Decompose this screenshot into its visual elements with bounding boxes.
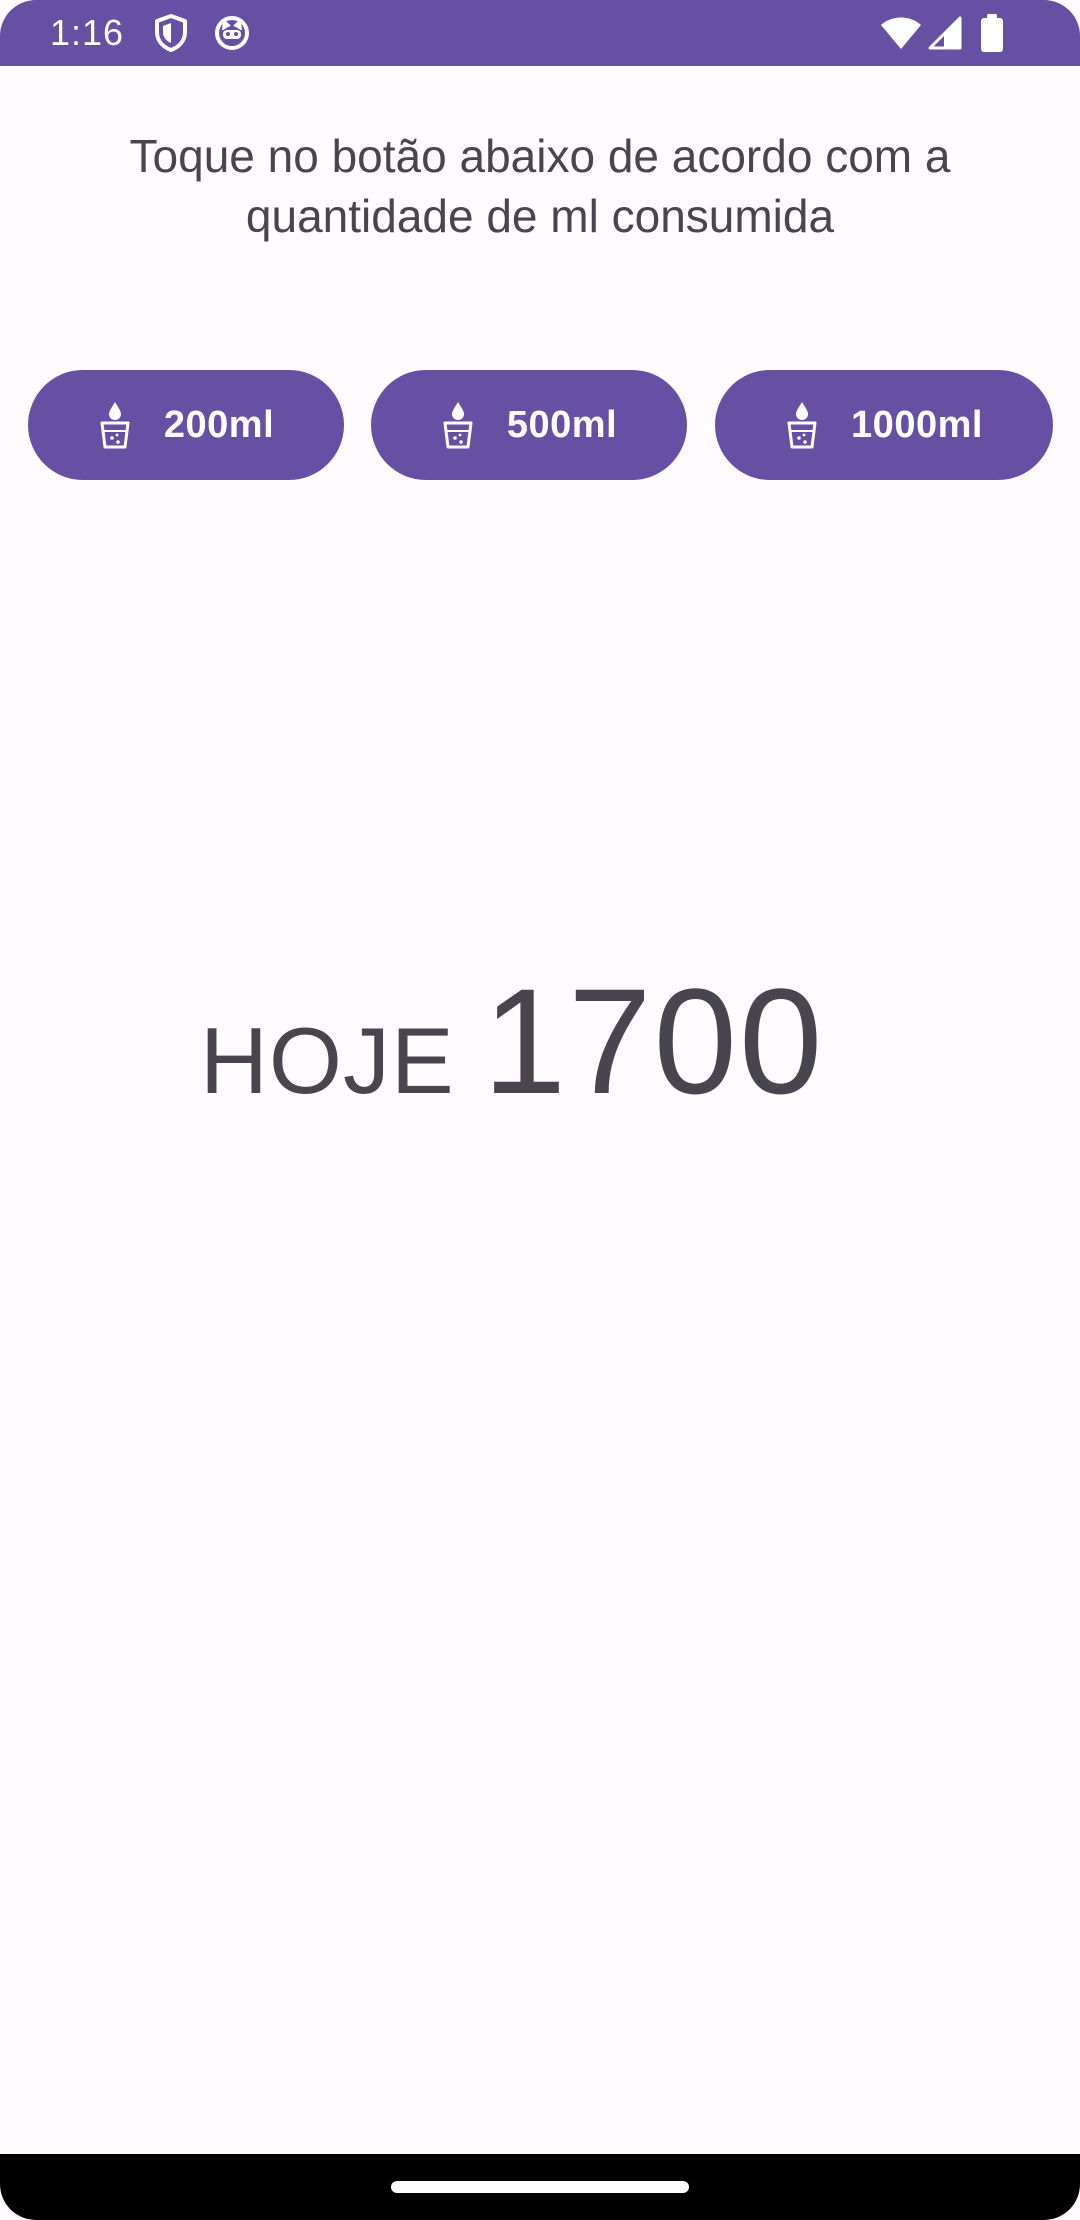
- status-time: 1:16: [50, 12, 125, 53]
- instruction-text: Toque no botão abaixo de acordo com a qu…: [129, 130, 951, 242]
- navigation-bar: [0, 2154, 1080, 2220]
- status-bar: 1:16: [0, 0, 1080, 66]
- add-500ml-label: 500ml: [506, 403, 618, 446]
- today-value: 1700: [482, 957, 825, 1125]
- cat-face-icon: [215, 16, 249, 50]
- add-200ml-button[interactable]: 200ml: [28, 370, 344, 480]
- battery-icon: [981, 14, 1003, 52]
- add-1000ml-button[interactable]: 1000ml: [715, 370, 1053, 480]
- home-gesture-handle[interactable]: [391, 2181, 689, 2193]
- today-total: HOJE 1700: [200, 955, 824, 1135]
- today-label: HOJE: [200, 1008, 455, 1113]
- water-buttons-row: 200ml 500ml 1000ml: [0, 370, 1080, 480]
- water-glass-icon: [443, 402, 473, 449]
- add-1000ml-label: 1000ml: [851, 403, 983, 446]
- water-glass-icon: [100, 402, 130, 449]
- shield-icon: [155, 14, 187, 52]
- cellular-signal-icon: [928, 16, 962, 50]
- wifi-icon: [881, 17, 921, 49]
- water-glass-icon: [787, 402, 817, 449]
- add-500ml-button[interactable]: 500ml: [371, 370, 687, 480]
- add-200ml-label: 200ml: [163, 403, 275, 446]
